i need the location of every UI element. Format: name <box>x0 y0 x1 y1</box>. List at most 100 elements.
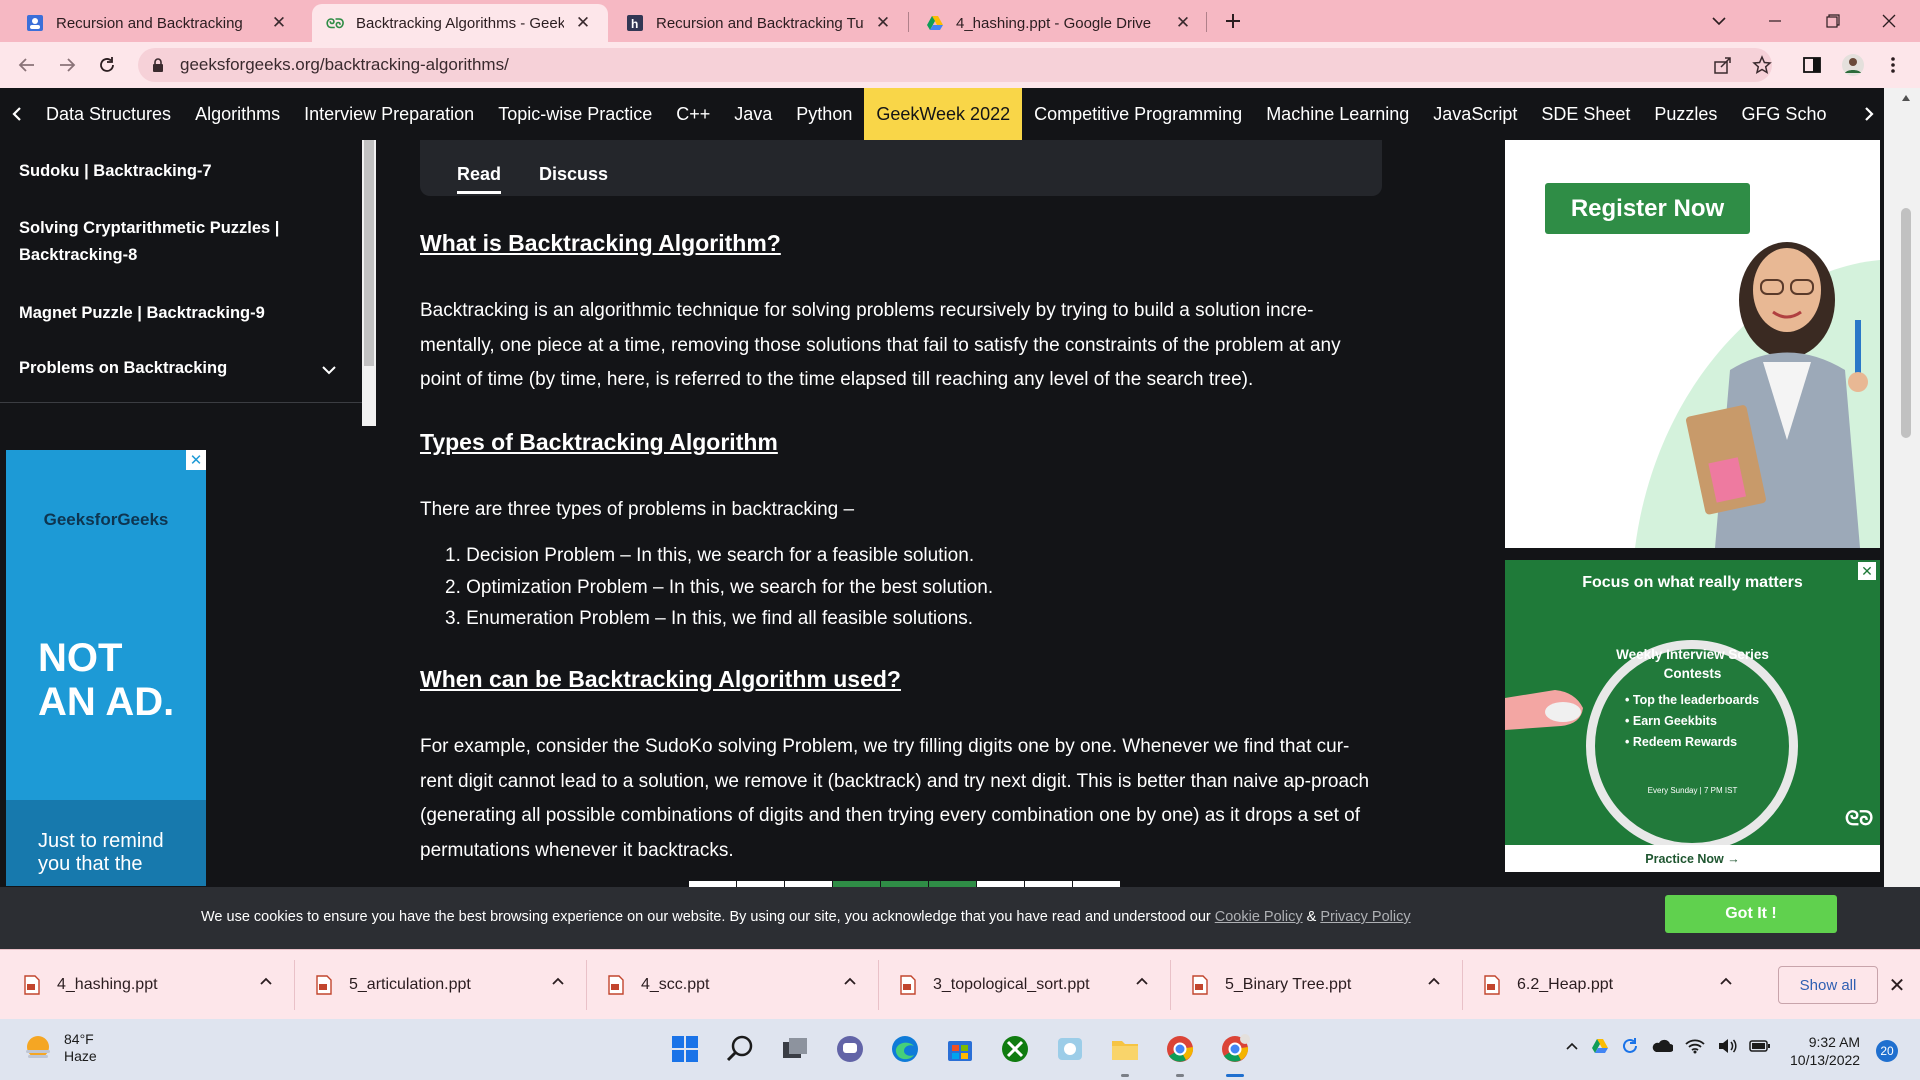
close-tab-icon[interactable]: ✕ <box>1172 12 1194 34</box>
task-view-icon[interactable] <box>778 1032 812 1066</box>
chevron-up-icon[interactable] <box>259 976 273 986</box>
download-item[interactable]: 4_hashing.ppt <box>22 965 278 1005</box>
new-tab-button[interactable] <box>1210 0 1256 42</box>
nav-scroll-left-button[interactable] <box>0 88 34 140</box>
close-tab-icon[interactable]: ✕ <box>268 12 290 34</box>
tab-search-button[interactable] <box>1696 0 1742 42</box>
register-ad[interactable]: Register Now <box>1505 140 1880 548</box>
chevron-up-icon[interactable] <box>1427 976 1441 986</box>
profile-avatar[interactable] <box>1838 50 1868 80</box>
back-button[interactable] <box>12 50 42 80</box>
bookmark-star-icon[interactable] <box>1752 55 1772 75</box>
browser-tab-tutorials[interactable]: h Recursion and Backtracking Tutorials ✕ <box>612 4 908 42</box>
google-drive-tray-icon[interactable] <box>1591 1037 1609 1055</box>
system-clock[interactable]: 9:32 AM 10/13/2022 <box>1790 1033 1860 1069</box>
hackerearth-icon: h <box>627 15 643 31</box>
reload-button[interactable] <box>92 50 122 80</box>
download-item[interactable]: 3_topological_sort.ppt <box>898 965 1154 1005</box>
cookie-policy-link[interactable]: Cookie Policy <box>1215 909 1303 925</box>
practice-now-link[interactable]: Practice Now → <box>1505 845 1880 872</box>
chevron-up-icon[interactable] <box>1135 976 1149 986</box>
browser-tab-backtracking[interactable]: ᘓᘐ Backtracking Algorithms - GeeksforGee… <box>312 4 608 42</box>
browser-tab-recursion[interactable]: Recursion and Backtracking ✕ <box>12 4 304 42</box>
share-icon[interactable] <box>1713 56 1733 74</box>
camera-app-icon[interactable] <box>1053 1032 1087 1066</box>
browser-tab-drive[interactable]: 4_hashing.ppt - Google Drive ✕ <box>912 4 1208 42</box>
download-item[interactable]: 4_scc.ppt <box>606 965 862 1005</box>
xbox-icon[interactable] <box>998 1032 1032 1066</box>
nav-scroll-right-button[interactable] <box>1854 88 1884 140</box>
nav-item-java[interactable]: Java <box>722 88 784 140</box>
minimize-button[interactable] <box>1752 0 1798 42</box>
nav-item-machine-learning[interactable]: Machine Learning <box>1254 88 1421 140</box>
nav-item-competitive-programming[interactable]: Competitive Programming <box>1022 88 1254 140</box>
left-ad-banner[interactable]: GeeksforGeeks NOT AN AD. Just to remind … <box>6 450 206 886</box>
list-item: Redeem Rewards <box>1625 735 1759 749</box>
sidebar-scrollbar-thumb[interactable] <box>364 140 374 366</box>
notification-badge[interactable]: 20 <box>1876 1040 1898 1062</box>
privacy-policy-link[interactable]: Privacy Policy <box>1320 909 1410 925</box>
tab-title: Backtracking Algorithms - GeeksforGeeks <box>356 14 564 32</box>
nav-item-data-structures[interactable]: Data Structures <box>34 88 183 140</box>
tab-separator <box>1206 12 1207 32</box>
nav-item-algorithms[interactable]: Algorithms <box>183 88 292 140</box>
close-tab-icon[interactable]: ✕ <box>572 12 594 34</box>
chevron-up-icon[interactable] <box>843 976 857 986</box>
file-explorer-icon[interactable] <box>1108 1032 1142 1066</box>
search-icon[interactable] <box>723 1032 757 1066</box>
chevron-up-icon[interactable] <box>551 976 565 986</box>
close-tab-icon[interactable]: ✕ <box>872 12 894 34</box>
edge-browser-icon[interactable] <box>888 1032 922 1066</box>
close-shelf-icon[interactable]: ✕ <box>1884 972 1910 998</box>
nav-item-cpp[interactable]: C++ <box>664 88 722 140</box>
browser-menu-button[interactable] <box>1878 50 1908 80</box>
side-panel-button[interactable] <box>1797 50 1827 80</box>
ad-brand: GeeksforGeeks <box>43 510 169 529</box>
chrome-icon[interactable] <box>1163 1032 1197 1066</box>
clock-time: 9:32 AM <box>1808 1034 1861 1050</box>
wifi-icon[interactable] <box>1685 1038 1705 1054</box>
tab-read[interactable]: Read <box>457 164 502 194</box>
close-window-button[interactable] <box>1866 0 1912 42</box>
nav-item-interview-preparation[interactable]: Interview Preparation <box>292 88 486 140</box>
chevron-up-icon[interactable] <box>1719 976 1733 986</box>
show-all-downloads-button[interactable]: Show all <box>1778 966 1878 1004</box>
onedrive-icon[interactable] <box>1651 1038 1673 1054</box>
url-bar[interactable]: geeksforgeeks.org/backtracking-algorithm… <box>138 48 1772 82</box>
windows-start-icon[interactable] <box>668 1032 702 1066</box>
page-scrollbar-thumb[interactable] <box>1901 208 1911 438</box>
sidebar-item-problems[interactable]: Problems on Backtracking <box>19 355 339 382</box>
chevron-down-icon[interactable] <box>321 365 337 375</box>
scroll-up-icon[interactable] <box>1901 94 1911 102</box>
weather-widget[interactable]: 84°F Haze <box>22 1031 97 1065</box>
nav-item-puzzles[interactable]: Puzzles <box>1642 88 1729 140</box>
teams-chat-icon[interactable] <box>833 1032 867 1066</box>
page-scrollbar[interactable] <box>1884 88 1920 948</box>
sync-icon[interactable] <box>1621 1037 1639 1055</box>
forward-button[interactable] <box>52 50 82 80</box>
volume-icon[interactable] <box>1717 1038 1737 1054</box>
got-it-button[interactable]: Got It ! <box>1665 895 1837 933</box>
microsoft-store-icon[interactable] <box>943 1032 977 1066</box>
download-item[interactable]: 6.2_Heap.ppt <box>1482 965 1738 1005</box>
weekly-contest-ad[interactable]: Focus on what really matters Weekly Inte… <box>1505 560 1880 872</box>
close-ad-icon[interactable]: ✕ <box>186 450 206 470</box>
close-ad-icon[interactable]: ✕ <box>1858 562 1876 580</box>
battery-icon[interactable] <box>1749 1038 1771 1054</box>
restore-button[interactable] <box>1810 0 1856 42</box>
download-item[interactable]: 5_articulation.ppt <box>314 965 570 1005</box>
chrome-profile-icon[interactable] <box>1218 1032 1252 1066</box>
sidebar-item-magnet-puzzle[interactable]: Magnet Puzzle | Backtracking-9 <box>19 300 339 327</box>
nav-item-python[interactable]: Python <box>784 88 864 140</box>
nav-item-topic-wise-practice[interactable]: Topic-wise Practice <box>486 88 664 140</box>
nav-item-geekweek[interactable]: GeekWeek 2022 <box>864 88 1023 140</box>
nav-item-sde-sheet[interactable]: SDE Sheet <box>1529 88 1642 140</box>
nav-item-gfg-school[interactable]: GFG Scho <box>1729 88 1838 140</box>
tray-expand-icon[interactable] <box>1565 1041 1579 1051</box>
sidebar-item-sudoku[interactable]: Sudoku | Backtracking-7 <box>19 158 339 185</box>
chevron-right-icon <box>1865 107 1874 121</box>
sidebar-item-cryptarithmetic[interactable]: Solving Cryptarithmetic Puzzles | Backtr… <box>19 215 309 269</box>
tab-discuss[interactable]: Discuss <box>539 164 608 185</box>
nav-item-javascript[interactable]: JavaScript <box>1421 88 1529 140</box>
download-item[interactable]: 5_Binary Tree.ppt <box>1190 965 1446 1005</box>
